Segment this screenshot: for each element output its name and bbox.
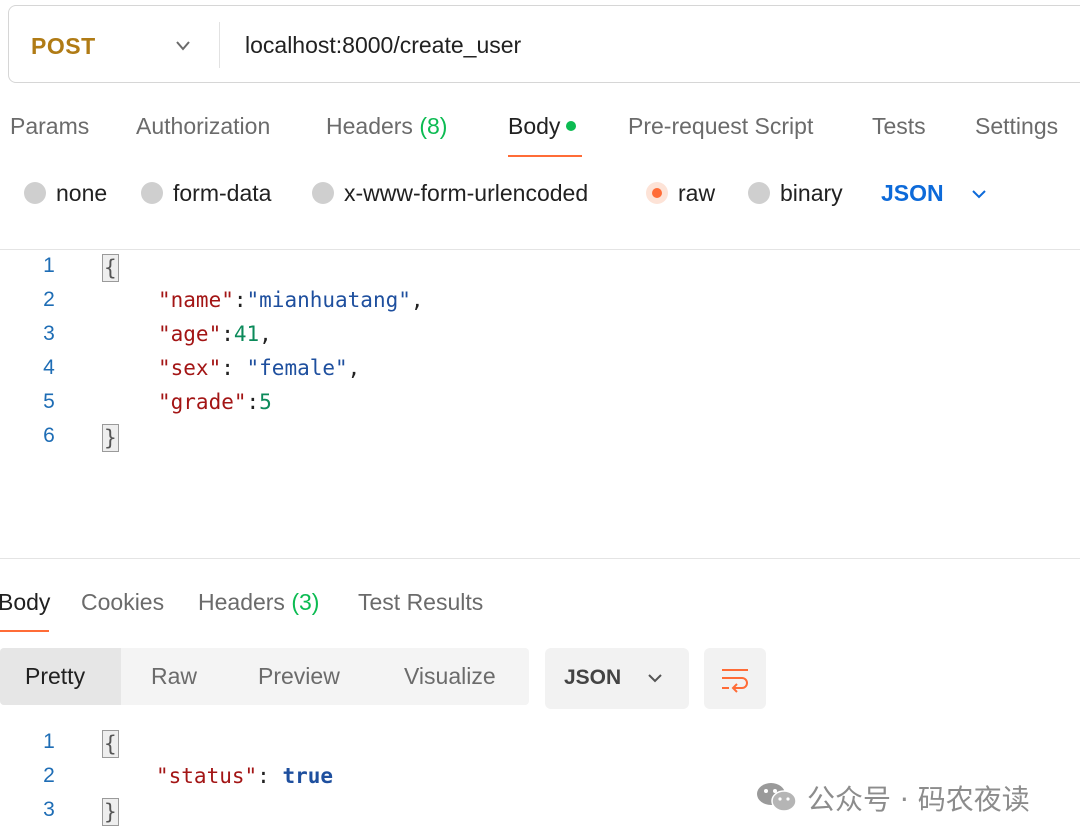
radio-none-label: none bbox=[56, 180, 108, 206]
code-line: 5 "grade":5 bbox=[0, 390, 1080, 424]
tab-body[interactable]: Body bbox=[508, 113, 577, 140]
tab-body-label: Body bbox=[508, 113, 561, 139]
watermark-text: 公众号 · 码农夜读 bbox=[807, 783, 1030, 816]
tab-authorization[interactable]: Authorization bbox=[136, 113, 270, 140]
radio-urlencoded-label: x-www-form-urlencoded bbox=[344, 180, 589, 206]
json-comma: , bbox=[410, 288, 424, 312]
method-select[interactable]: POST bbox=[31, 33, 96, 60]
json-key: "grade" bbox=[158, 390, 247, 414]
code-line: 1 { bbox=[0, 254, 1080, 288]
json-sep: : bbox=[246, 390, 260, 414]
radio-raw[interactable]: raw bbox=[646, 180, 715, 207]
radio-binary-label: binary bbox=[780, 180, 843, 206]
modified-dot-icon bbox=[566, 120, 577, 131]
json-key: "age" bbox=[158, 322, 222, 346]
tab-pre-request-script[interactable]: Pre-request Script bbox=[628, 113, 813, 140]
url-divider bbox=[219, 22, 220, 68]
response-tab-body[interactable]: Body bbox=[0, 589, 50, 616]
active-tab-indicator bbox=[0, 630, 49, 632]
line-number: 4 bbox=[43, 356, 55, 379]
code-line: 3 "age":41, bbox=[0, 322, 1080, 356]
json-key: "name" bbox=[158, 288, 234, 312]
json-comma: , bbox=[259, 322, 272, 346]
view-pretty[interactable]: Pretty bbox=[25, 663, 85, 690]
json-sep: : bbox=[221, 356, 247, 380]
json-sep: : bbox=[233, 288, 247, 312]
radio-x-www-form-urlencoded[interactable]: x-www-form-urlencoded bbox=[312, 180, 588, 207]
radio-form-data[interactable]: form-data bbox=[141, 180, 271, 207]
open-brace: { bbox=[102, 254, 119, 282]
radio-button-icon[interactable] bbox=[141, 181, 163, 204]
view-preview[interactable]: Preview bbox=[258, 663, 340, 690]
tab-headers[interactable]: Headers (8) bbox=[326, 113, 447, 140]
raw-format-select[interactable]: JSON bbox=[881, 180, 944, 207]
radio-binary[interactable]: binary bbox=[748, 180, 843, 207]
line-number: 1 bbox=[43, 730, 55, 753]
json-key: "status" bbox=[156, 764, 258, 788]
response-format-label: JSON bbox=[564, 666, 622, 689]
pane-divider[interactable] bbox=[0, 558, 1080, 559]
response-headers-count: (3) bbox=[291, 589, 320, 615]
close-brace: } bbox=[102, 798, 119, 826]
radio-form-data-label: form-data bbox=[173, 180, 272, 206]
code-line: 6 } bbox=[0, 424, 1080, 458]
json-sep: : bbox=[257, 764, 283, 788]
code-line: 4 "sex": "female", bbox=[0, 356, 1080, 390]
tab-tests[interactable]: Tests bbox=[872, 113, 926, 140]
response-tab-headers[interactable]: Headers (3) bbox=[198, 589, 319, 616]
view-visualize[interactable]: Visualize bbox=[404, 663, 496, 690]
line-number: 2 bbox=[43, 288, 55, 311]
wrap-lines-icon bbox=[722, 669, 748, 693]
radio-raw-label: raw bbox=[678, 180, 716, 206]
json-value: 41 bbox=[233, 322, 260, 346]
response-tab-cookies[interactable]: Cookies bbox=[81, 589, 164, 616]
chevron-down-icon bbox=[648, 674, 662, 683]
divider bbox=[0, 249, 1080, 250]
json-value: 5 bbox=[259, 390, 272, 414]
line-number: 3 bbox=[43, 322, 55, 345]
response-tab-test-results[interactable]: Test Results bbox=[358, 589, 483, 616]
chevron-down-icon[interactable] bbox=[169, 35, 197, 57]
open-brace: { bbox=[102, 730, 119, 758]
line-number: 6 bbox=[43, 424, 55, 447]
close-brace: } bbox=[102, 424, 119, 452]
line-number: 5 bbox=[43, 390, 55, 413]
response-headers-label: Headers bbox=[198, 589, 285, 615]
json-comma: , bbox=[347, 356, 361, 380]
line-number: 1 bbox=[43, 254, 55, 277]
active-tab-indicator bbox=[508, 155, 582, 157]
view-raw[interactable]: Raw bbox=[151, 663, 197, 690]
tab-settings[interactable]: Settings bbox=[975, 113, 1058, 140]
line-number: 2 bbox=[43, 764, 55, 787]
headers-count: (8) bbox=[419, 113, 448, 139]
radio-button-icon[interactable] bbox=[24, 181, 46, 204]
code-line: 1 { bbox=[0, 730, 1080, 764]
line-number: 3 bbox=[43, 798, 55, 821]
chevron-down-icon[interactable] bbox=[966, 184, 992, 204]
url-input[interactable]: localhost:8000/create_user bbox=[245, 32, 521, 59]
tab-headers-label: Headers bbox=[326, 113, 413, 139]
wechat-icon bbox=[757, 783, 797, 812]
radio-selected-icon[interactable] bbox=[646, 181, 668, 204]
json-value: "mianhuatang" bbox=[246, 288, 411, 312]
json-sep: : bbox=[221, 322, 234, 346]
code-line: 2 "name":"mianhuatang", bbox=[0, 288, 1080, 322]
radio-button-icon[interactable] bbox=[748, 181, 770, 204]
json-key: "sex" bbox=[158, 356, 222, 380]
url-bar: POST localhost:8000/create_user bbox=[8, 5, 1080, 83]
radio-button-icon[interactable] bbox=[312, 181, 334, 204]
json-value: true bbox=[282, 764, 334, 788]
radio-none[interactable]: none bbox=[24, 180, 107, 207]
tab-params[interactable]: Params bbox=[10, 113, 89, 140]
json-value: "female" bbox=[246, 356, 348, 380]
